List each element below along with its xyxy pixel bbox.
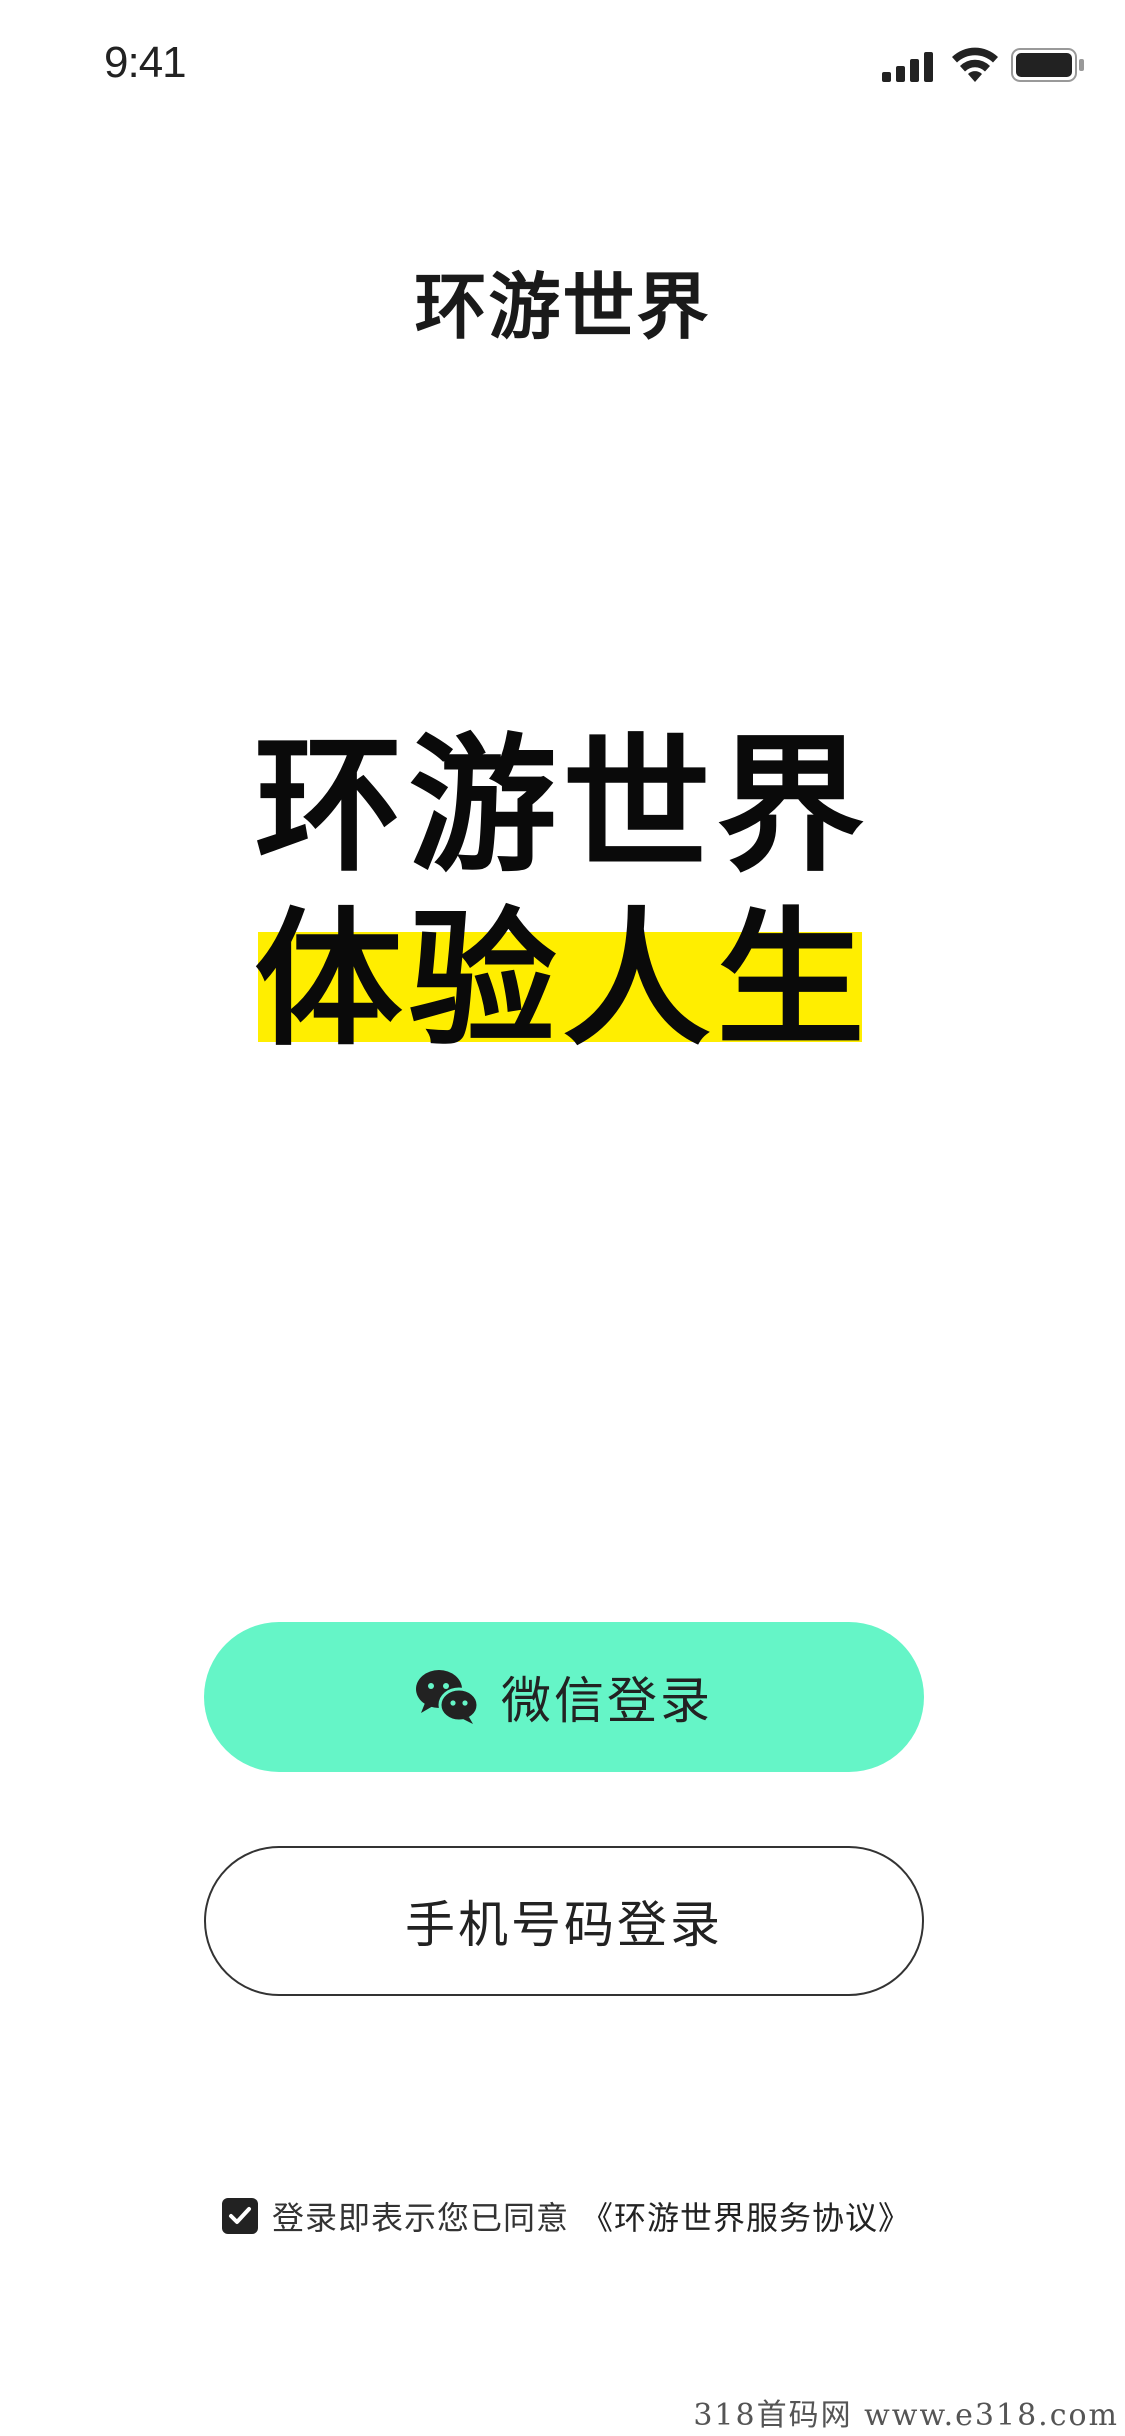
agreement-row: 登录即表示您已同意 《环游世界服务协议》 bbox=[222, 2193, 911, 2239]
hero-headline-line-1: 环游世界 bbox=[254, 720, 871, 892]
app-logo: 环游世界 bbox=[414, 265, 711, 349]
watermark: 318首码网 www.e318.com bbox=[693, 2398, 1119, 2433]
agreement-text: 登录即表示您已同意 bbox=[272, 2199, 570, 2237]
checkmark-icon bbox=[229, 2207, 251, 2224]
service-agreement-link[interactable]: 《环游世界服务协议》 bbox=[581, 2193, 911, 2239]
phone-login-label: 手机号码登录 bbox=[405, 1896, 723, 1954]
battery-icon bbox=[1011, 48, 1084, 82]
wechat-login-label: 微信登录 bbox=[501, 1672, 713, 1730]
status-bar: 9:41 bbox=[0, 0, 1125, 132]
wifi-icon bbox=[952, 47, 998, 82]
hero-headline-line-2: 体验人生 bbox=[254, 894, 871, 1066]
wechat-login-button[interactable]: 微信登录 bbox=[204, 1622, 924, 1772]
phone-login-button[interactable]: 手机号码登录 bbox=[204, 1846, 924, 1996]
signal-icon bbox=[882, 52, 933, 82]
wechat-icon bbox=[416, 1670, 479, 1724]
agree-checkbox[interactable] bbox=[222, 2198, 258, 2234]
status-time: 9:41 bbox=[104, 38, 187, 87]
